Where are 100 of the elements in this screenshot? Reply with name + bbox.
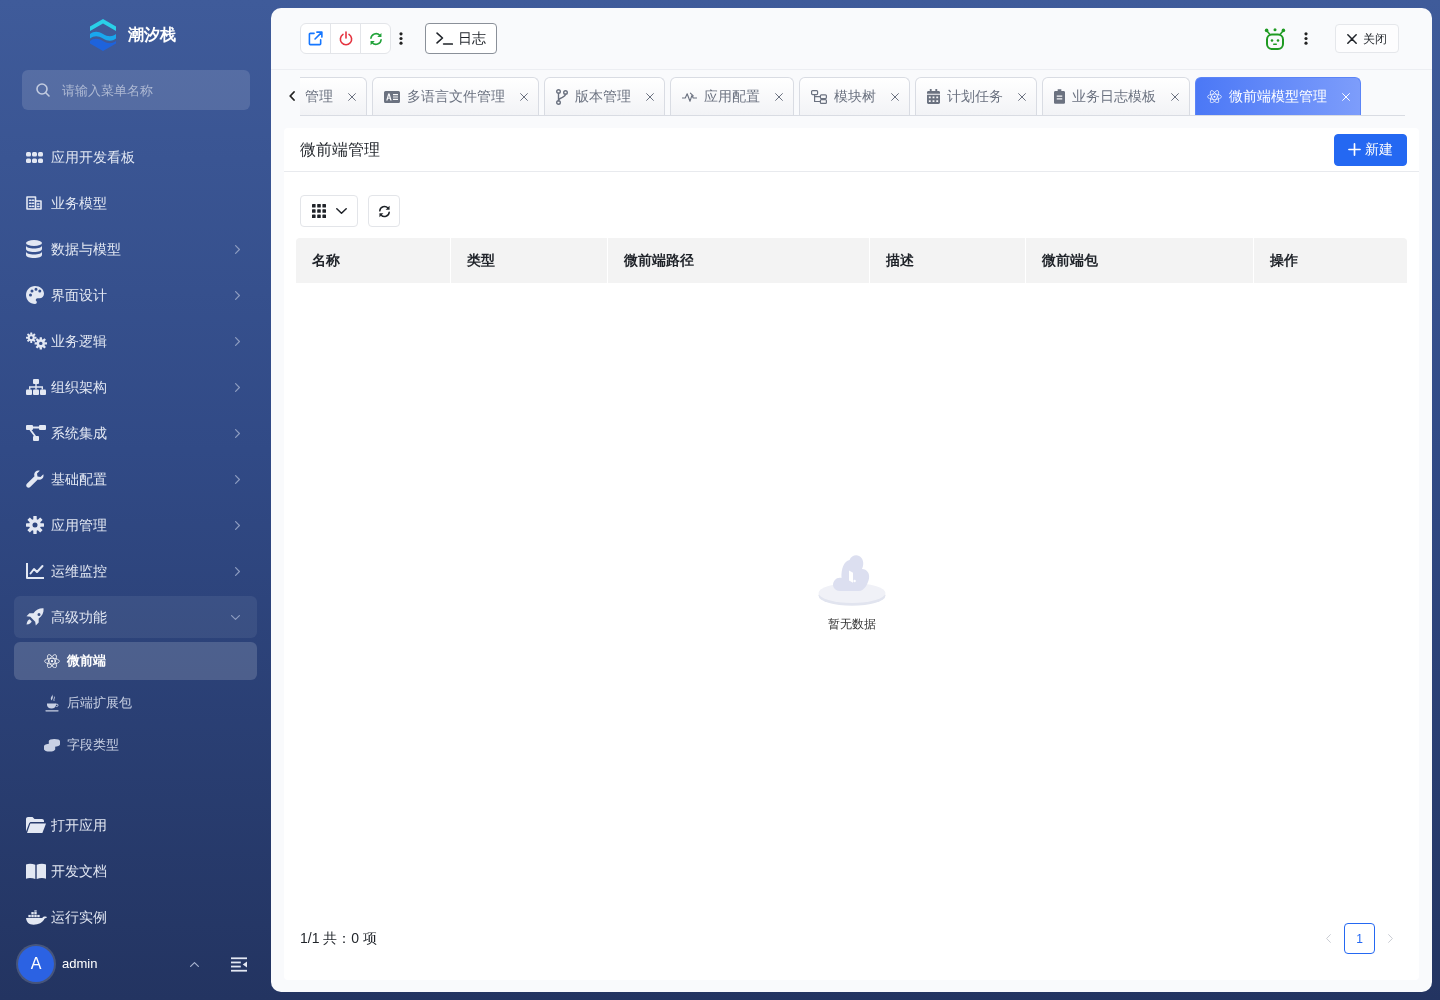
database-icon	[26, 240, 42, 258]
app-name: 潮汐栈	[127, 25, 176, 45]
coffee-cup-icon	[45, 694, 59, 712]
empty-text: 暂无数据	[827, 615, 876, 633]
tab[interactable]: 版本管理	[544, 77, 665, 115]
pulse-line-icon	[682, 91, 697, 102]
external-link-icon	[308, 31, 323, 46]
chevron-right-icon	[235, 336, 240, 346]
tab[interactable]: 应用配置	[670, 77, 794, 115]
coins-icon	[44, 737, 60, 753]
wrench-icon	[26, 470, 44, 488]
plus-icon	[1348, 143, 1361, 156]
column-header: 操作	[1253, 238, 1407, 283]
tab-close-icon[interactable]	[646, 92, 654, 101]
tab-close-icon[interactable]	[891, 92, 899, 101]
reload-button[interactable]	[368, 195, 400, 227]
chevron-right-icon	[235, 566, 240, 576]
chevron-down-icon	[335, 208, 347, 214]
tab[interactable]: 计划任务	[915, 77, 1037, 115]
tab-close-icon[interactable]	[520, 92, 528, 101]
menu-item[interactable]: 数据与模型	[14, 228, 257, 270]
connected-nodes-icon	[26, 425, 46, 441]
logo-icon	[87, 19, 118, 51]
menu-item[interactable]: 业务模型	[14, 182, 257, 224]
folder-icon	[26, 817, 46, 833]
menu-item[interactable]: 运行实例	[14, 896, 257, 938]
user-name: admin	[62, 955, 99, 974]
tab[interactable]: 模块树	[799, 77, 910, 115]
atom-icon	[1207, 89, 1222, 104]
menu-item[interactable]: 组织架构	[14, 366, 257, 408]
text-box-icon	[384, 90, 400, 103]
calendar-icon	[927, 89, 940, 104]
refresh-icon	[377, 204, 391, 218]
clipboard-icon	[1054, 89, 1065, 104]
menu-item[interactable]: 系统集成	[14, 412, 257, 454]
menu-item[interactable]: 应用管理	[14, 504, 257, 546]
chevron-right-icon	[235, 428, 240, 438]
submenu-item[interactable]: 后端扩展包	[14, 684, 257, 722]
tab-close-icon[interactable]	[1018, 92, 1026, 101]
terminal-icon	[436, 32, 453, 45]
power-icon	[338, 31, 353, 46]
grid-icon	[311, 204, 326, 218]
column-header: 微前端路径	[607, 238, 870, 283]
tab[interactable]: 业务日志模板	[1042, 77, 1190, 115]
menu-item[interactable]: 打开应用	[14, 804, 257, 846]
atom-icon	[44, 653, 60, 669]
line-chart-icon	[26, 563, 44, 579]
menu-item[interactable]: 业务逻辑	[14, 320, 257, 362]
rocket-icon	[26, 608, 44, 626]
tab[interactable]: 管理	[300, 77, 367, 115]
menu-item[interactable]: 运维监控	[14, 550, 257, 592]
page-button[interactable]: 1	[1344, 923, 1375, 954]
refresh-icon	[368, 31, 383, 46]
chevron-down-icon	[231, 614, 240, 620]
chevron-right-icon	[235, 474, 240, 484]
collapse-menu-icon[interactable]	[231, 956, 247, 972]
settings-icon	[26, 516, 44, 534]
menu-item[interactable]: 应用开发看板	[14, 136, 257, 178]
search-icon	[36, 83, 50, 97]
submenu-item[interactable]: 微前端	[14, 642, 257, 680]
tab-close-icon[interactable]	[775, 92, 783, 101]
book-icon	[26, 863, 46, 879]
chevron-left-icon[interactable]	[289, 91, 295, 101]
refresh-button[interactable]	[360, 23, 391, 54]
column-header: 类型	[451, 238, 607, 283]
open-external-button[interactable]	[300, 23, 331, 54]
pagination-summary: 1/1 共：0 项	[300, 929, 378, 948]
chevron-right-icon	[235, 290, 240, 300]
caret-up-icon[interactable]	[190, 961, 199, 967]
column-header: 描述	[870, 238, 1025, 283]
new-button[interactable]: 新建	[1334, 133, 1407, 166]
tab[interactable]: 多语言文件管理	[372, 77, 539, 115]
page-title: 微前端管理	[300, 139, 380, 160]
more-options-icon[interactable]	[399, 32, 403, 45]
branch-icon	[556, 88, 568, 105]
tab-close-icon[interactable]	[348, 92, 356, 101]
chevron-right-icon	[235, 520, 240, 530]
more-options-icon[interactable]	[1304, 32, 1308, 45]
robot-icon[interactable]	[1264, 27, 1286, 50]
close-button[interactable]: 关闭	[1335, 24, 1399, 53]
whale-icon	[26, 909, 47, 925]
log-button[interactable]: 日志	[425, 23, 497, 54]
tree-icon	[811, 89, 827, 104]
menu-item[interactable]: 开发文档	[14, 850, 257, 892]
menu-item[interactable]: 基础配置	[14, 458, 257, 500]
palette-icon	[26, 286, 44, 304]
column-header: 微前端包	[1025, 238, 1253, 283]
tab-close-icon[interactable]	[1171, 92, 1179, 101]
menu-item[interactable]: 高级功能	[14, 596, 257, 638]
column-settings-button[interactable]	[300, 195, 358, 227]
menu-item[interactable]: 界面设计	[14, 274, 257, 316]
column-header: 名称	[296, 238, 451, 283]
avatar[interactable]: A	[18, 946, 54, 982]
power-button[interactable]	[330, 23, 361, 54]
chevron-right-icon	[235, 382, 240, 392]
gears-icon	[26, 332, 47, 350]
grid-dots-icon	[26, 151, 43, 163]
chevron-right-icon	[235, 244, 240, 254]
sitemap-icon	[26, 379, 46, 395]
submenu-item[interactable]: 字段类型	[14, 726, 257, 764]
